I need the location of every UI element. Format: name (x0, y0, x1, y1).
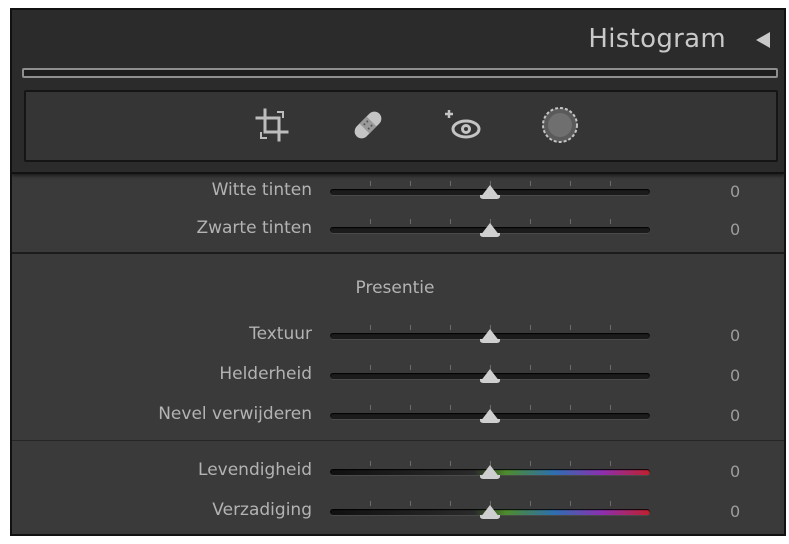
red-eye-icon (445, 110, 481, 139)
slider-tick (450, 365, 451, 370)
slider-tick (610, 501, 611, 506)
slider-tick (530, 181, 531, 186)
slider-tick (410, 325, 411, 330)
slider-tick (530, 365, 531, 370)
slider-tick (610, 405, 611, 410)
slider-tick (570, 325, 571, 330)
slider-thumb[interactable] (480, 505, 500, 519)
slider-tick (610, 365, 611, 370)
slider-tick (530, 325, 531, 330)
slider-tick (570, 219, 571, 224)
crop-tool[interactable] (251, 104, 293, 146)
slider-tick (610, 461, 611, 466)
slider-tick (410, 461, 411, 466)
slider-row-dehaze: Nevel verwijderen 0 (12, 400, 784, 430)
slider-tick (410, 501, 411, 506)
slider-value[interactable]: 0 (730, 502, 740, 521)
slider-value[interactable]: 0 (730, 406, 740, 425)
crop-icon (255, 108, 289, 142)
slider-value[interactable]: 0 (730, 462, 740, 481)
slider-tick (410, 365, 411, 370)
slider-tick (370, 365, 371, 370)
triangle-left-icon[interactable] (756, 32, 770, 48)
panel-title[interactable]: Histogram (588, 24, 726, 54)
histogram-bar (22, 68, 778, 78)
slider-row-clarity: Helderheid 0 (12, 360, 784, 390)
develop-panel: Witte tinten 0 Zwarte tinten 0 Presentie… (10, 8, 786, 536)
slider-thumb[interactable] (480, 329, 500, 343)
redeye-tool[interactable] (443, 104, 485, 146)
masking-circle-icon (542, 107, 578, 143)
subsection-divider (12, 440, 784, 441)
histogram-header: Histogram (12, 10, 784, 174)
slider-row-blacks: Zwarte tinten 0 (12, 214, 784, 244)
slider-tick (530, 461, 531, 466)
slider-tick (610, 181, 611, 186)
slider-thumb[interactable] (480, 223, 500, 237)
basic-adjustments: Witte tinten 0 Zwarte tinten 0 Presentie… (12, 160, 784, 534)
slider-row-whites: Witte tinten 0 (12, 176, 784, 206)
slider-tick (410, 181, 411, 186)
slider-tick (370, 501, 371, 506)
slider-label: Verzadiging (212, 500, 312, 520)
slider-tick (370, 219, 371, 224)
slider-label: Witte tinten (211, 180, 312, 200)
slider-tick (450, 405, 451, 410)
slider-tick (370, 325, 371, 330)
heal-tool[interactable] (347, 104, 389, 146)
slider-tick (450, 325, 451, 330)
bandage-icon (354, 111, 382, 139)
slider-row-vibrance: Levendigheid 0 (12, 456, 784, 486)
slider-tick (450, 219, 451, 224)
slider-tick (530, 219, 531, 224)
slider-value[interactable]: 0 (730, 220, 740, 239)
slider-row-texture: Textuur 0 (12, 320, 784, 350)
slider-value[interactable]: 0 (730, 366, 740, 385)
section-divider (12, 252, 784, 254)
mask-tool[interactable] (539, 104, 581, 146)
slider-tick (570, 365, 571, 370)
slider-tick (370, 461, 371, 466)
slider-thumb[interactable] (480, 409, 500, 423)
slider-tick (410, 405, 411, 410)
section-title-presence: Presentie (355, 278, 435, 298)
slider-label: Textuur (249, 324, 312, 344)
slider-label: Zwarte tinten (196, 218, 312, 238)
slider-tick (610, 325, 611, 330)
slider-tick (570, 405, 571, 410)
slider-tick (570, 181, 571, 186)
slider-label: Nevel verwijderen (158, 404, 312, 424)
tool-strip (24, 90, 778, 162)
slider-value[interactable]: 0 (730, 182, 740, 201)
slider-thumb[interactable] (480, 369, 500, 383)
slider-thumb[interactable] (480, 185, 500, 199)
slider-tick (570, 501, 571, 506)
slider-tick (450, 181, 451, 186)
slider-tick (570, 461, 571, 466)
slider-tick (450, 461, 451, 466)
slider-row-saturation: Verzadiging 0 (12, 496, 784, 526)
slider-tick (450, 501, 451, 506)
slider-tick (530, 405, 531, 410)
slider-tick (610, 219, 611, 224)
slider-thumb[interactable] (480, 465, 500, 479)
slider-label: Helderheid (219, 364, 312, 384)
slider-tick (370, 181, 371, 186)
slider-tick (530, 501, 531, 506)
slider-label: Levendigheid (198, 460, 312, 480)
slider-tick (370, 405, 371, 410)
slider-tick (410, 219, 411, 224)
slider-value[interactable]: 0 (730, 326, 740, 345)
